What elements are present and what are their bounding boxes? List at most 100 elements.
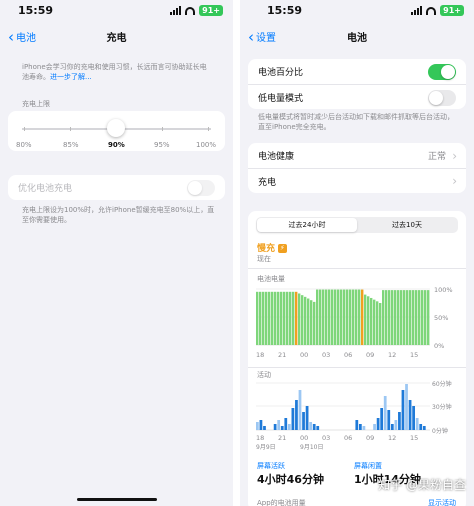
activity-chart: 60分钟 30分钟 0分钟 18 21 00 03 06 09 12 15 9月… <box>256 380 452 451</box>
battery-percentage-toggle[interactable] <box>428 64 456 80</box>
activity-bar <box>376 418 380 430</box>
activity-bar <box>280 426 284 430</box>
battery-level-bar <box>331 289 334 345</box>
battery-settings-screen: 15:59 91+ ‹ 设置 电池 电池百分比 低电量模式 低电量模式将暂时减少… <box>240 0 474 506</box>
battery-level-bar <box>421 290 424 345</box>
battery-level-bar <box>337 289 340 345</box>
low-power-note: 低电量模式将暂时减少后台活动如下载和邮件抓取等后台活动，直至iPhone完全充电… <box>258 113 454 131</box>
activity-bar <box>284 418 288 430</box>
activity-bar <box>291 408 295 430</box>
activity-bar <box>383 396 387 430</box>
slider-thumb[interactable] <box>107 119 125 137</box>
battery-level-bar <box>319 289 322 345</box>
level-xtick-21: 21 <box>278 351 286 359</box>
battery-level-bar <box>310 300 313 345</box>
optimize-charging-toggle[interactable] <box>187 180 215 196</box>
activity-ytick-60: 60分钟 <box>432 380 452 388</box>
battery-icon: 91+ <box>440 5 464 16</box>
activity-bar <box>398 412 401 430</box>
battery-level-bar <box>376 301 379 345</box>
battery-level-chart: 100% 50% 0% 18 21 00 03 06 09 12 15 <box>256 286 453 359</box>
activity-bar <box>358 424 362 430</box>
home-indicator <box>76 498 157 501</box>
wifi-icon <box>185 6 196 15</box>
charging-intro: iPhone会学习你的充电和使用习惯，长远而言可协助延长电池寿命。进一步了解..… <box>22 62 213 82</box>
level-ytick-0: 0% <box>434 342 444 350</box>
charge-limit-slider[interactable]: 80% 85% 90% 95% 100% <box>8 111 225 151</box>
activity-bar <box>305 406 309 430</box>
battery-level-bar <box>424 290 427 345</box>
battery-level-bar <box>382 290 385 345</box>
battery-level-bar <box>259 291 262 345</box>
activity-bar <box>422 426 426 430</box>
battery-level-bar <box>385 290 388 345</box>
tab-24h[interactable]: 过去24小时 <box>257 218 357 232</box>
activity-date-2: 9月10日 <box>300 444 323 451</box>
battery-health-row[interactable]: 电池健康 正常 › <box>248 143 466 168</box>
activity-bar <box>298 390 302 430</box>
activity-bar <box>415 418 419 430</box>
show-activity-link[interactable]: 显示活动 <box>428 498 456 506</box>
battery-level-bar <box>367 296 370 345</box>
charging-row[interactable]: 充电 › <box>248 168 466 193</box>
activity-bar <box>263 426 266 430</box>
battery-level-bar <box>340 289 343 345</box>
battery-level-bar <box>265 291 268 345</box>
battery-level-bar <box>379 303 382 345</box>
battery-info-card: 电池健康 正常 › 充电 › <box>248 143 466 193</box>
status-bar: 15:59 91+ <box>240 0 474 22</box>
low-power-toggle[interactable] <box>428 90 456 106</box>
level-xtick-15: 15 <box>410 351 418 359</box>
activity-bar <box>295 400 298 430</box>
limit-label-95: 95% <box>154 141 170 149</box>
activity-xtick-00: 00 <box>300 434 308 442</box>
level-ytick-100: 100% <box>434 286 453 294</box>
battery-level-bar <box>355 289 358 345</box>
learn-more-link[interactable]: 进一步了解... <box>50 73 92 81</box>
watermark: 知乎 @果粉自查 <box>378 478 466 492</box>
battery-level-bar <box>271 291 274 345</box>
battery-level-bar <box>295 291 298 345</box>
activity-ytick-0: 0分钟 <box>432 427 448 435</box>
battery-level-bar <box>373 299 376 345</box>
battery-level-bar <box>418 290 421 345</box>
battery-level-bar <box>403 290 406 345</box>
activity-bar <box>362 426 366 430</box>
battery-level-bar <box>388 290 391 345</box>
battery-level-bar <box>427 290 430 345</box>
battery-level-bar <box>322 289 325 345</box>
battery-percentage-row: 电池百分比 <box>248 59 466 84</box>
slow-charge-label: 慢充 <box>257 244 276 254</box>
activity-xtick-12: 12 <box>388 434 396 442</box>
low-power-row: 低电量模式 <box>248 84 466 109</box>
limit-label-80: 80% <box>16 141 32 149</box>
status-icons: 91+ <box>411 5 464 16</box>
activity-bar <box>412 406 415 430</box>
battery-health-label: 电池健康 <box>258 152 295 162</box>
battery-toggles-card: 电池百分比 低电量模式 <box>248 59 466 109</box>
activity-bar <box>394 420 398 430</box>
battery-level-bar <box>364 294 367 345</box>
battery-level-bar <box>280 291 283 345</box>
battery-level-bar <box>394 290 397 345</box>
battery-level-bar <box>286 291 289 345</box>
battery-level-bar <box>343 289 346 345</box>
optimize-label: 优化电池充电 <box>18 184 73 194</box>
tab-10d[interactable]: 过去10天 <box>357 218 457 232</box>
nav-bar: ‹ 设置 电池 <box>240 26 474 46</box>
optimize-note: 充电上限设为100%时，允许iPhone暂缓充电至80%以上，直至你需要使用。 <box>22 206 215 224</box>
battery-level-bar <box>325 289 328 345</box>
limit-label-90: 90% <box>108 141 125 149</box>
activity-bar <box>373 424 376 430</box>
battery-level-bar <box>349 289 352 345</box>
activity-bar <box>355 420 359 430</box>
slider-tick-100 <box>208 127 209 131</box>
activity-bar <box>387 410 391 430</box>
activity-bar <box>287 424 291 430</box>
battery-level-bar <box>358 289 361 345</box>
slider-tick-80 <box>24 127 25 131</box>
time-range-segmented-control[interactable]: 过去24小时 过去10天 <box>256 217 458 233</box>
limit-header: 充电上限 <box>22 100 50 108</box>
battery-level-bar <box>307 298 310 345</box>
signal-icon <box>170 6 182 15</box>
